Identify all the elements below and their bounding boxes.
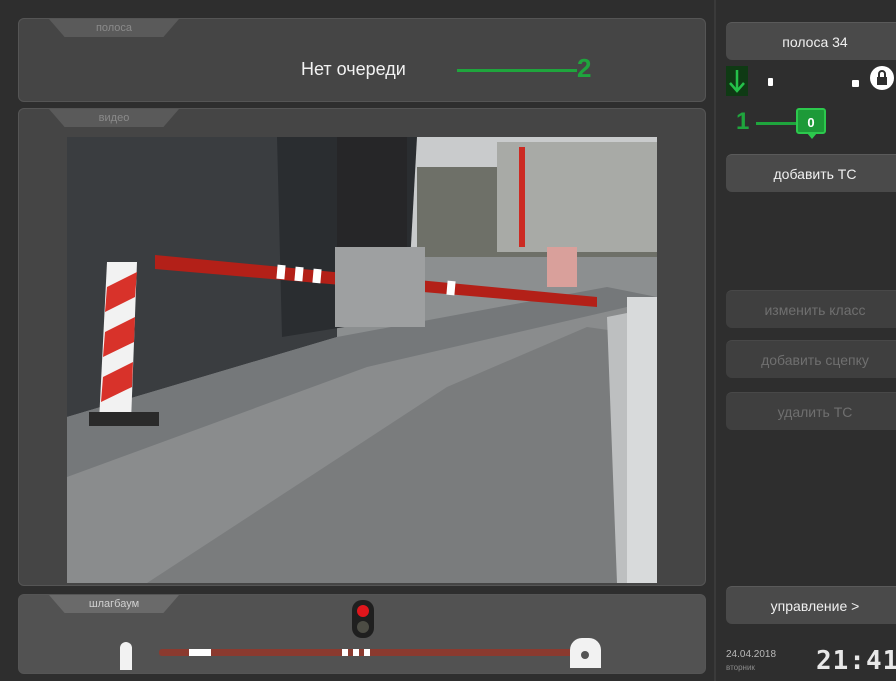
boom-stripe — [342, 649, 348, 656]
traffic-light-icon — [352, 600, 374, 638]
traffic-light-green-lamp — [357, 621, 369, 633]
lock-icon — [852, 80, 859, 87]
video-tab-label: видео — [49, 109, 179, 127]
callout-number-1: 1 — [736, 108, 750, 135]
sidebar: полоса 34 1 0 добавить ТС изменить класс… — [716, 0, 896, 681]
video-frame-image — [67, 137, 657, 583]
barrier-tab-label: шлагбаум — [49, 595, 179, 613]
barrier-left-post-icon — [120, 642, 132, 670]
callout-line-1 — [756, 122, 796, 125]
callout-line-2 — [457, 69, 577, 72]
traffic-light-red-lamp — [357, 605, 369, 617]
control-button[interactable]: управление > — [726, 586, 896, 624]
clock-time: 21:41 — [816, 646, 896, 676]
small-indicator-icon — [768, 78, 773, 86]
camera-video-feed — [67, 137, 657, 583]
add-trailer-button[interactable]: добавить сцепку — [726, 340, 896, 378]
callout-number-2: 2 — [577, 53, 592, 83]
barrier-pivot-icon — [581, 651, 589, 659]
lane-tab-label: полоса — [49, 19, 179, 37]
lane-select-button[interactable]: полоса 34 — [726, 22, 896, 60]
delete-vehicle-button[interactable]: удалить ТС — [726, 392, 896, 430]
operator-lock-icon[interactable] — [870, 66, 894, 90]
lane-panel: полоса Нет очереди 2 — [18, 18, 706, 102]
queue-status-text: Нет очереди — [301, 59, 406, 79]
video-panel: видео — [18, 108, 706, 586]
app-window: полоса Нет очереди 2 видео шлагбаум поло… — [0, 0, 896, 681]
weekday-label: вторник — [726, 663, 755, 672]
boom-stripe — [189, 649, 211, 656]
boom-stripe — [364, 649, 370, 656]
badge-pointer — [807, 133, 817, 139]
vehicle-count-badge: 0 — [796, 108, 826, 134]
barrier-panel: шлагбаум — [18, 594, 706, 674]
add-vehicle-button[interactable]: добавить ТС — [726, 154, 896, 192]
change-class-button[interactable]: изменить класс — [726, 290, 896, 328]
date-label: 24.04.2018 — [726, 649, 777, 660]
entry-direction-icon — [726, 66, 748, 96]
boom-stripe — [353, 649, 359, 656]
